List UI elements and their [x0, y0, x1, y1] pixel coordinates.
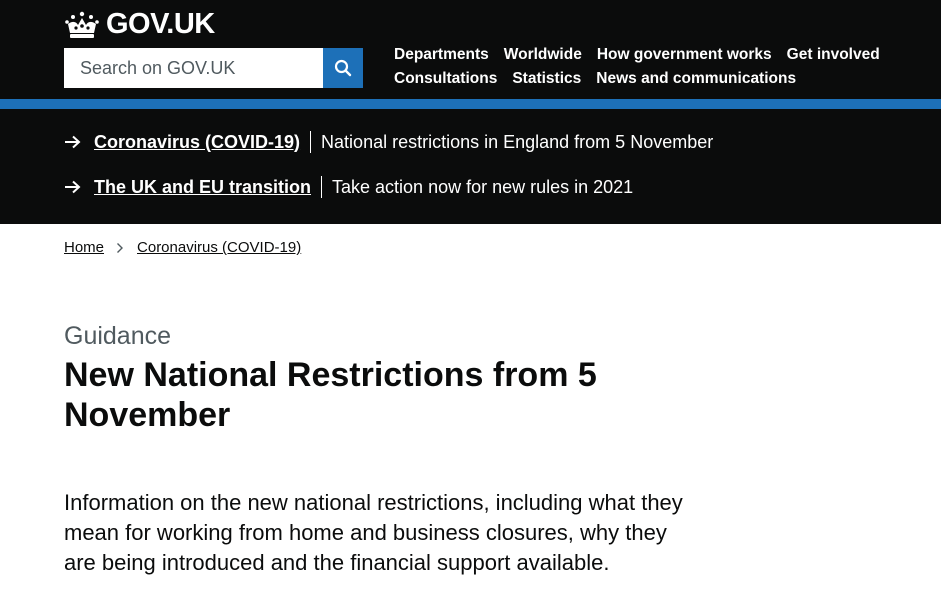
page-lead-paragraph: Information on the new national restrict…: [64, 490, 683, 575]
nav-link-consultations[interactable]: Consultations: [394, 70, 497, 88]
main-navigation: Departments Worldwide How government wor…: [394, 43, 934, 91]
page-title: New National Restrictions from 5 Novembe…: [64, 356, 597, 434]
breadcrumb-coronavirus[interactable]: Coronavirus (COVID-19): [137, 239, 301, 256]
notice-text: Take action now for new rules in 2021: [332, 176, 634, 197]
arrow-right-icon: [65, 180, 81, 194]
logo-text: GOV.UK: [106, 8, 215, 40]
nav-link-statistics[interactable]: Statistics: [512, 70, 581, 88]
notice-coronavirus: Coronavirus (COVID-19) National restrict…: [64, 129, 713, 155]
site-header: GOV.UK Departments Worldwide How governm…: [0, 0, 941, 99]
nav-link-departments[interactable]: Departments: [394, 46, 489, 64]
nav-link-how-government-works[interactable]: How government works: [597, 46, 772, 64]
search-button[interactable]: [323, 48, 363, 88]
header-accent-bar: [0, 99, 941, 109]
notice-text: National restrictions in England from 5 …: [321, 131, 714, 152]
page-caption: Guidance: [64, 322, 172, 350]
notice-eu-transition: The UK and EU transition Take action now…: [64, 174, 633, 200]
govuk-logo-link[interactable]: GOV.UK: [64, 8, 215, 41]
global-notice-banner: Coronavirus (COVID-19) National restrict…: [0, 109, 941, 224]
nav-link-get-involved[interactable]: Get involved: [787, 46, 880, 64]
search-icon: [334, 59, 352, 77]
chevron-right-icon: [117, 242, 124, 253]
notice-link-eu-transition[interactable]: The UK and EU transition: [94, 177, 311, 198]
nav-link-news-and-communications[interactable]: News and communications: [596, 70, 796, 88]
notice-divider: [310, 131, 312, 153]
crown-icon: [65, 11, 99, 38]
nav-row: Consultations Statistics News and commun…: [394, 67, 934, 91]
arrow-right-icon: [65, 135, 81, 149]
notice-divider: [321, 176, 323, 198]
nav-link-worldwide[interactable]: Worldwide: [504, 46, 582, 64]
breadcrumb: Home Coronavirus (COVID-19): [64, 239, 301, 256]
search-form: [64, 48, 363, 88]
nav-row: Departments Worldwide How government wor…: [394, 43, 934, 67]
notice-link-coronavirus[interactable]: Coronavirus (COVID-19): [94, 132, 300, 153]
breadcrumb-home[interactable]: Home: [64, 239, 104, 256]
search-input[interactable]: [64, 48, 323, 88]
